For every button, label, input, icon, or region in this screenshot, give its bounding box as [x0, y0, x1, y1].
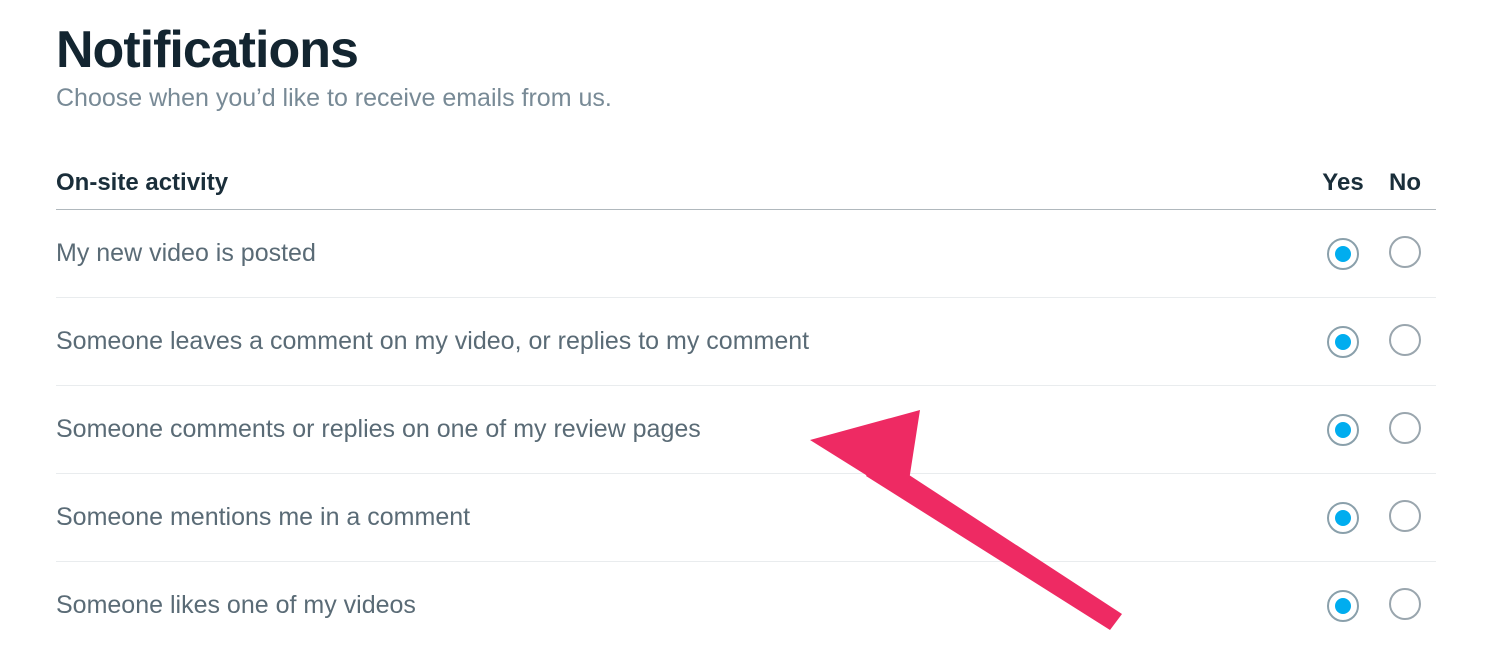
cell-no [1374, 298, 1436, 386]
cell-yes [1312, 474, 1374, 562]
radio-yes[interactable] [1327, 326, 1359, 358]
radio-no[interactable] [1389, 500, 1421, 532]
radio-dot-icon [1335, 510, 1351, 526]
cell-yes [1312, 386, 1374, 474]
cell-no [1374, 474, 1436, 562]
radio-yes[interactable] [1327, 590, 1359, 622]
table-row: Someone mentions me in a comment [56, 474, 1436, 562]
radio-no[interactable] [1389, 236, 1421, 268]
radio-dot-icon [1335, 422, 1351, 438]
radio-dot-icon [1335, 246, 1351, 262]
table-row: Someone leaves a comment on my video, or… [56, 298, 1436, 386]
radio-no[interactable] [1389, 588, 1421, 620]
radio-no[interactable] [1389, 412, 1421, 444]
page-subtitle: Choose when you’d like to receive emails… [56, 84, 1436, 113]
cell-no [1374, 562, 1436, 650]
table-row: My new video is posted [56, 210, 1436, 298]
column-header-activity: On-site activity [56, 169, 1312, 210]
radio-dot-icon [1335, 334, 1351, 350]
radio-no[interactable] [1389, 324, 1421, 356]
cell-yes [1312, 298, 1374, 386]
notification-label: Someone leaves a comment on my video, or… [56, 298, 1312, 386]
notification-label: Someone likes one of my videos [56, 562, 1312, 650]
table-row: Someone likes one of my videos [56, 562, 1436, 650]
notification-label: My new video is posted [56, 210, 1312, 298]
cell-yes [1312, 210, 1374, 298]
radio-yes[interactable] [1327, 502, 1359, 534]
table-row: Someone comments or replies on one of my… [56, 386, 1436, 474]
notification-label: Someone comments or replies on one of my… [56, 386, 1312, 474]
column-header-yes: Yes [1312, 169, 1374, 210]
radio-yes[interactable] [1327, 238, 1359, 270]
page-title: Notifications [56, 20, 1436, 80]
cell-no [1374, 210, 1436, 298]
column-header-no: No [1374, 169, 1436, 210]
radio-dot-icon [1335, 598, 1351, 614]
cell-yes [1312, 562, 1374, 650]
cell-no [1374, 386, 1436, 474]
notification-settings-table: On-site activity Yes No My new video is … [56, 169, 1436, 649]
radio-yes[interactable] [1327, 414, 1359, 446]
notification-label: Someone mentions me in a comment [56, 474, 1312, 562]
